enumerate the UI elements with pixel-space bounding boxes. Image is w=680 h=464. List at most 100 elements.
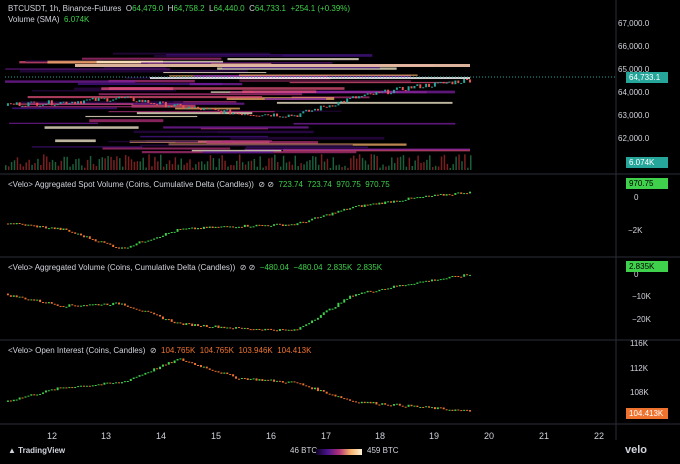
- volume-bar: [297, 166, 299, 170]
- spot-candle: [445, 194, 448, 196]
- volume-bar: [83, 167, 86, 170]
- oi-candle: [469, 410, 471, 412]
- price-candle: [325, 106, 328, 108]
- spot-candle: [123, 247, 126, 249]
- oi-candle: [47, 390, 50, 392]
- agg-candle: [252, 329, 255, 331]
- volume-legend: Volume (SMA) 6.074K: [8, 15, 89, 25]
- eye-icon[interactable]: ⊘: [150, 346, 157, 355]
- oi-tick: 116K: [630, 339, 649, 348]
- volume-bar: [215, 167, 218, 170]
- volume-bar: [133, 161, 136, 170]
- oi-candle: [255, 378, 258, 381]
- agg-candle: [235, 327, 238, 329]
- spot-candle: [94, 239, 97, 242]
- eye-icon[interactable]: ⊘: [240, 263, 247, 272]
- heatmap-band: [191, 149, 282, 152]
- price-candle: [422, 87, 425, 89]
- settings-icon[interactable]: ⊘: [249, 263, 256, 272]
- spot-candle: [246, 224, 249, 227]
- price-candle: [123, 97, 126, 99]
- price-candle: [390, 93, 393, 95]
- price-candle: [62, 101, 65, 103]
- spot-candle: [430, 196, 433, 198]
- spot-candle: [363, 204, 366, 207]
- volume-bar: [119, 158, 121, 170]
- volume-bar: [127, 156, 130, 170]
- volume-bar: [31, 164, 33, 170]
- settings-icon[interactable]: ⊘: [267, 180, 274, 189]
- spot-candle: [398, 200, 401, 202]
- volume-bar: [294, 155, 297, 170]
- volume-bar: [139, 161, 142, 170]
- price-tick: 64,000.0: [618, 88, 650, 97]
- heatmap-band: [55, 139, 96, 143]
- volume-bar: [116, 156, 118, 170]
- price-candle: [141, 99, 144, 103]
- oi-candle: [42, 392, 45, 394]
- oi-candle: [27, 395, 30, 397]
- spot-candle: [6, 223, 9, 225]
- volume-bar: [332, 157, 335, 170]
- oi-candle: [325, 391, 328, 394]
- volume-bar: [171, 164, 174, 170]
- spot-candle: [305, 222, 308, 224]
- oi-candle: [138, 375, 141, 377]
- price-candle: [433, 82, 436, 87]
- oi-candle: [448, 409, 451, 411]
- agg-candle: [410, 284, 413, 286]
- agg-tick: −10K: [632, 292, 651, 301]
- oi-pane-title: <Velo> Open Interest (Coins, Candles): [8, 346, 146, 355]
- spot-candle: [82, 235, 85, 238]
- oi-candle: [445, 409, 448, 411]
- price-candle: [208, 108, 211, 110]
- price-candle: [115, 98, 118, 100]
- price-candle: [30, 101, 33, 103]
- spot-candle: [273, 224, 276, 226]
- volume-bar: [160, 154, 162, 170]
- oi-candle: [258, 379, 261, 381]
- agg-candle: [15, 295, 18, 298]
- spot-candle: [153, 238, 156, 240]
- eye-icon[interactable]: ⊘: [258, 180, 265, 189]
- agg-candle: [150, 311, 153, 313]
- agg-candle: [144, 310, 147, 312]
- oi-candle: [354, 401, 357, 403]
- spot-candle: [44, 226, 47, 229]
- volume-bar: [350, 158, 352, 170]
- agg-candle: [226, 327, 229, 329]
- price-candle: [258, 115, 261, 117]
- price-candle: [164, 101, 167, 108]
- price-tick: 66,000.0: [618, 42, 650, 51]
- agg-candle: [352, 295, 355, 297]
- chart-canvas[interactable]: [0, 0, 680, 464]
- volume-bar: [458, 154, 460, 170]
- oi-candle: [126, 380, 129, 382]
- oi-candle: [387, 404, 390, 406]
- oi-candle: [340, 396, 343, 399]
- oi-candle: [346, 398, 349, 400]
- spot-candle: [293, 224, 296, 226]
- volume-bar: [268, 158, 270, 170]
- spot-tick: −2K: [628, 226, 643, 235]
- price-candle: [118, 96, 121, 99]
- volume-bar: [443, 154, 446, 170]
- volume-bar: [376, 156, 378, 170]
- price-candle: [211, 108, 214, 110]
- heatmap-band: [82, 57, 222, 60]
- spot-candle: [469, 191, 471, 194]
- spot-candle: [88, 236, 91, 239]
- oi-candle: [316, 387, 319, 392]
- agg-candle: [439, 279, 442, 281]
- spot-candle: [428, 195, 431, 197]
- price-candle: [404, 90, 407, 92]
- volume-bar: [40, 164, 42, 170]
- volume-bar: [256, 166, 259, 170]
- agg-candle: [392, 285, 395, 288]
- tradingview-logo[interactable]: ▲ TradingView: [8, 446, 65, 455]
- price-candle: [112, 99, 115, 101]
- price-candle: [229, 109, 232, 115]
- spot-candle: [161, 235, 164, 237]
- spot-candle: [211, 226, 214, 228]
- price-candle: [153, 103, 156, 105]
